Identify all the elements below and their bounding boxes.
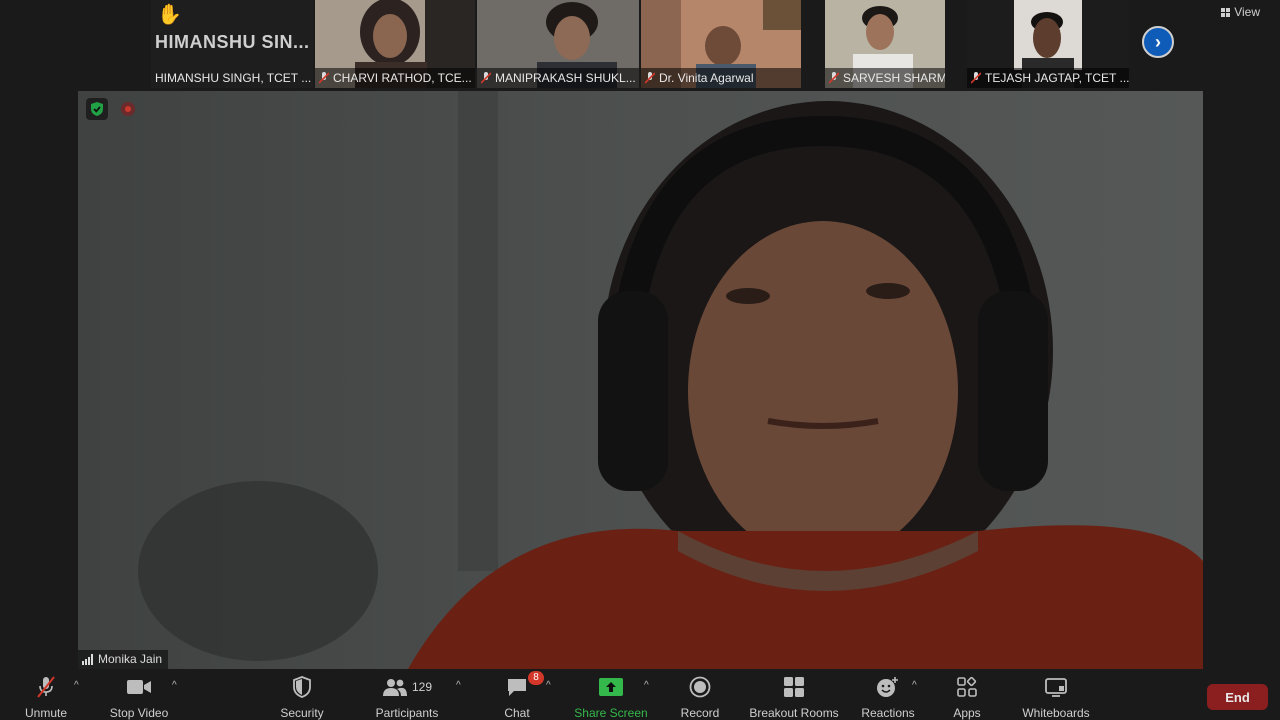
video-camera-icon (127, 680, 151, 694)
muted-microphone-icon (37, 676, 55, 698)
record-icon (689, 676, 711, 698)
chevron-up-icon[interactable]: ^ (546, 680, 551, 691)
participant-tile[interactable]: ✋ HIMANSHU SIN... HIMANSHU SINGH, TCET .… (151, 0, 313, 88)
whiteboards-button[interactable]: Whiteboards (1018, 674, 1094, 720)
participant-name-label: Dr. Vinita Agarwal (641, 68, 801, 88)
share-screen-button[interactable]: Share Screen (572, 674, 650, 720)
participant-name-label: HIMANSHU SINGH, TCET ... (151, 68, 313, 88)
participant-name: Dr. Vinita Agarwal (659, 71, 754, 85)
chat-bubble-icon (508, 679, 526, 696)
participant-name: CHARVI RATHOD, TCE... (333, 71, 472, 85)
chevron-up-icon[interactable]: ^ (74, 680, 79, 691)
breakout-rooms-icon (784, 677, 804, 697)
end-label: End (1225, 689, 1250, 705)
unmute-label: Unmute (24, 706, 68, 720)
participant-name: TEJASH JAGTAP, TCET ... (985, 71, 1129, 85)
raised-hand-icon: ✋ (157, 4, 182, 26)
participant-tile[interactable]: Dr. Vinita Agarwal (641, 0, 801, 88)
participant-name-label: TEJASH JAGTAP, TCET ... (967, 68, 1129, 88)
stop-video-button[interactable]: Stop Video (104, 674, 174, 720)
participant-name: HIMANSHU SINGH, TCET ... (155, 71, 312, 85)
share-screen-icon (599, 678, 623, 696)
participant-tile[interactable]: SARVESH SHARMA, TC... (825, 0, 945, 88)
muted-mic-icon (645, 72, 655, 84)
participant-tile[interactable]: MANIPRAKASH SHUKL... (477, 0, 639, 88)
grid-view-icon (1221, 7, 1231, 17)
view-button[interactable]: View (1221, 5, 1260, 19)
whiteboards-label: Whiteboards (1022, 706, 1090, 720)
breakout-rooms-button[interactable]: Breakout Rooms (746, 674, 842, 720)
shield-check-icon[interactable] (86, 98, 108, 120)
record-label: Record (680, 706, 720, 720)
apps-icon (957, 676, 977, 697)
chat-button[interactable]: 8 Chat (500, 671, 544, 720)
meeting-toolbar: Unmute ^ Stop Video ^ Security 129 Parti… (0, 670, 1280, 720)
end-meeting-button[interactable]: End (1207, 684, 1268, 710)
chevron-right-icon[interactable]: › (1142, 26, 1174, 58)
participants-button[interactable]: 129 Participants (370, 674, 444, 720)
participant-count: 129 (411, 680, 433, 694)
participant-name: MANIPRAKASH SHUKL... (495, 71, 636, 85)
chat-unread-badge: 8 (528, 671, 544, 685)
participant-name-label: SARVESH SHARMA, TC... (825, 68, 945, 88)
stop-video-label: Stop Video (109, 706, 169, 720)
participant-tile[interactable]: TEJASH JAGTAP, TCET ... (967, 0, 1129, 88)
participants-label: Participants (375, 706, 439, 720)
chevron-up-icon[interactable]: ^ (456, 680, 461, 691)
participant-tile[interactable]: CHARVI RATHOD, TCE... (315, 0, 475, 88)
chevron-up-icon[interactable]: ^ (644, 680, 649, 691)
whiteboard-icon (1045, 678, 1067, 697)
chat-label: Chat (504, 706, 530, 720)
record-dot-icon (121, 102, 135, 116)
reactions-button[interactable]: Reactions (858, 674, 918, 720)
apps-label: Apps (953, 706, 981, 720)
speaker-name: Monika Jain (98, 652, 163, 666)
muted-mic-icon (971, 72, 981, 84)
apps-button[interactable]: Apps (946, 674, 988, 720)
security-button[interactable]: Security (274, 674, 330, 720)
reactions-label: Reactions (861, 706, 915, 720)
active-speaker-video (78, 91, 1203, 669)
participant-name: SARVESH SHARMA, TC... (843, 71, 945, 85)
view-label: View (1234, 5, 1260, 19)
speaker-name-tag: Monika Jain (78, 650, 169, 669)
muted-mic-icon (481, 72, 491, 84)
record-button[interactable]: Record (676, 674, 724, 720)
shield-icon (293, 676, 311, 698)
muted-mic-icon (829, 72, 839, 84)
chevron-up-icon[interactable]: ^ (912, 680, 917, 691)
chevron-up-icon[interactable]: ^ (172, 680, 177, 691)
signal-bars-icon (82, 654, 93, 665)
breakout-rooms-label: Breakout Rooms (749, 706, 839, 720)
participant-name-label: MANIPRAKASH SHUKL... (477, 68, 639, 88)
unmute-button[interactable]: Unmute (20, 674, 72, 720)
security-label: Security (280, 706, 324, 720)
speaker-video-frame (78, 91, 1203, 669)
share-screen-label: Share Screen (574, 706, 648, 720)
participant-name-label: CHARVI RATHOD, TCE... (315, 68, 475, 88)
muted-mic-icon (319, 72, 329, 84)
smiley-plus-icon (877, 677, 898, 697)
participant-display-name: HIMANSHU SIN... (155, 32, 310, 52)
participants-icon (382, 679, 407, 696)
